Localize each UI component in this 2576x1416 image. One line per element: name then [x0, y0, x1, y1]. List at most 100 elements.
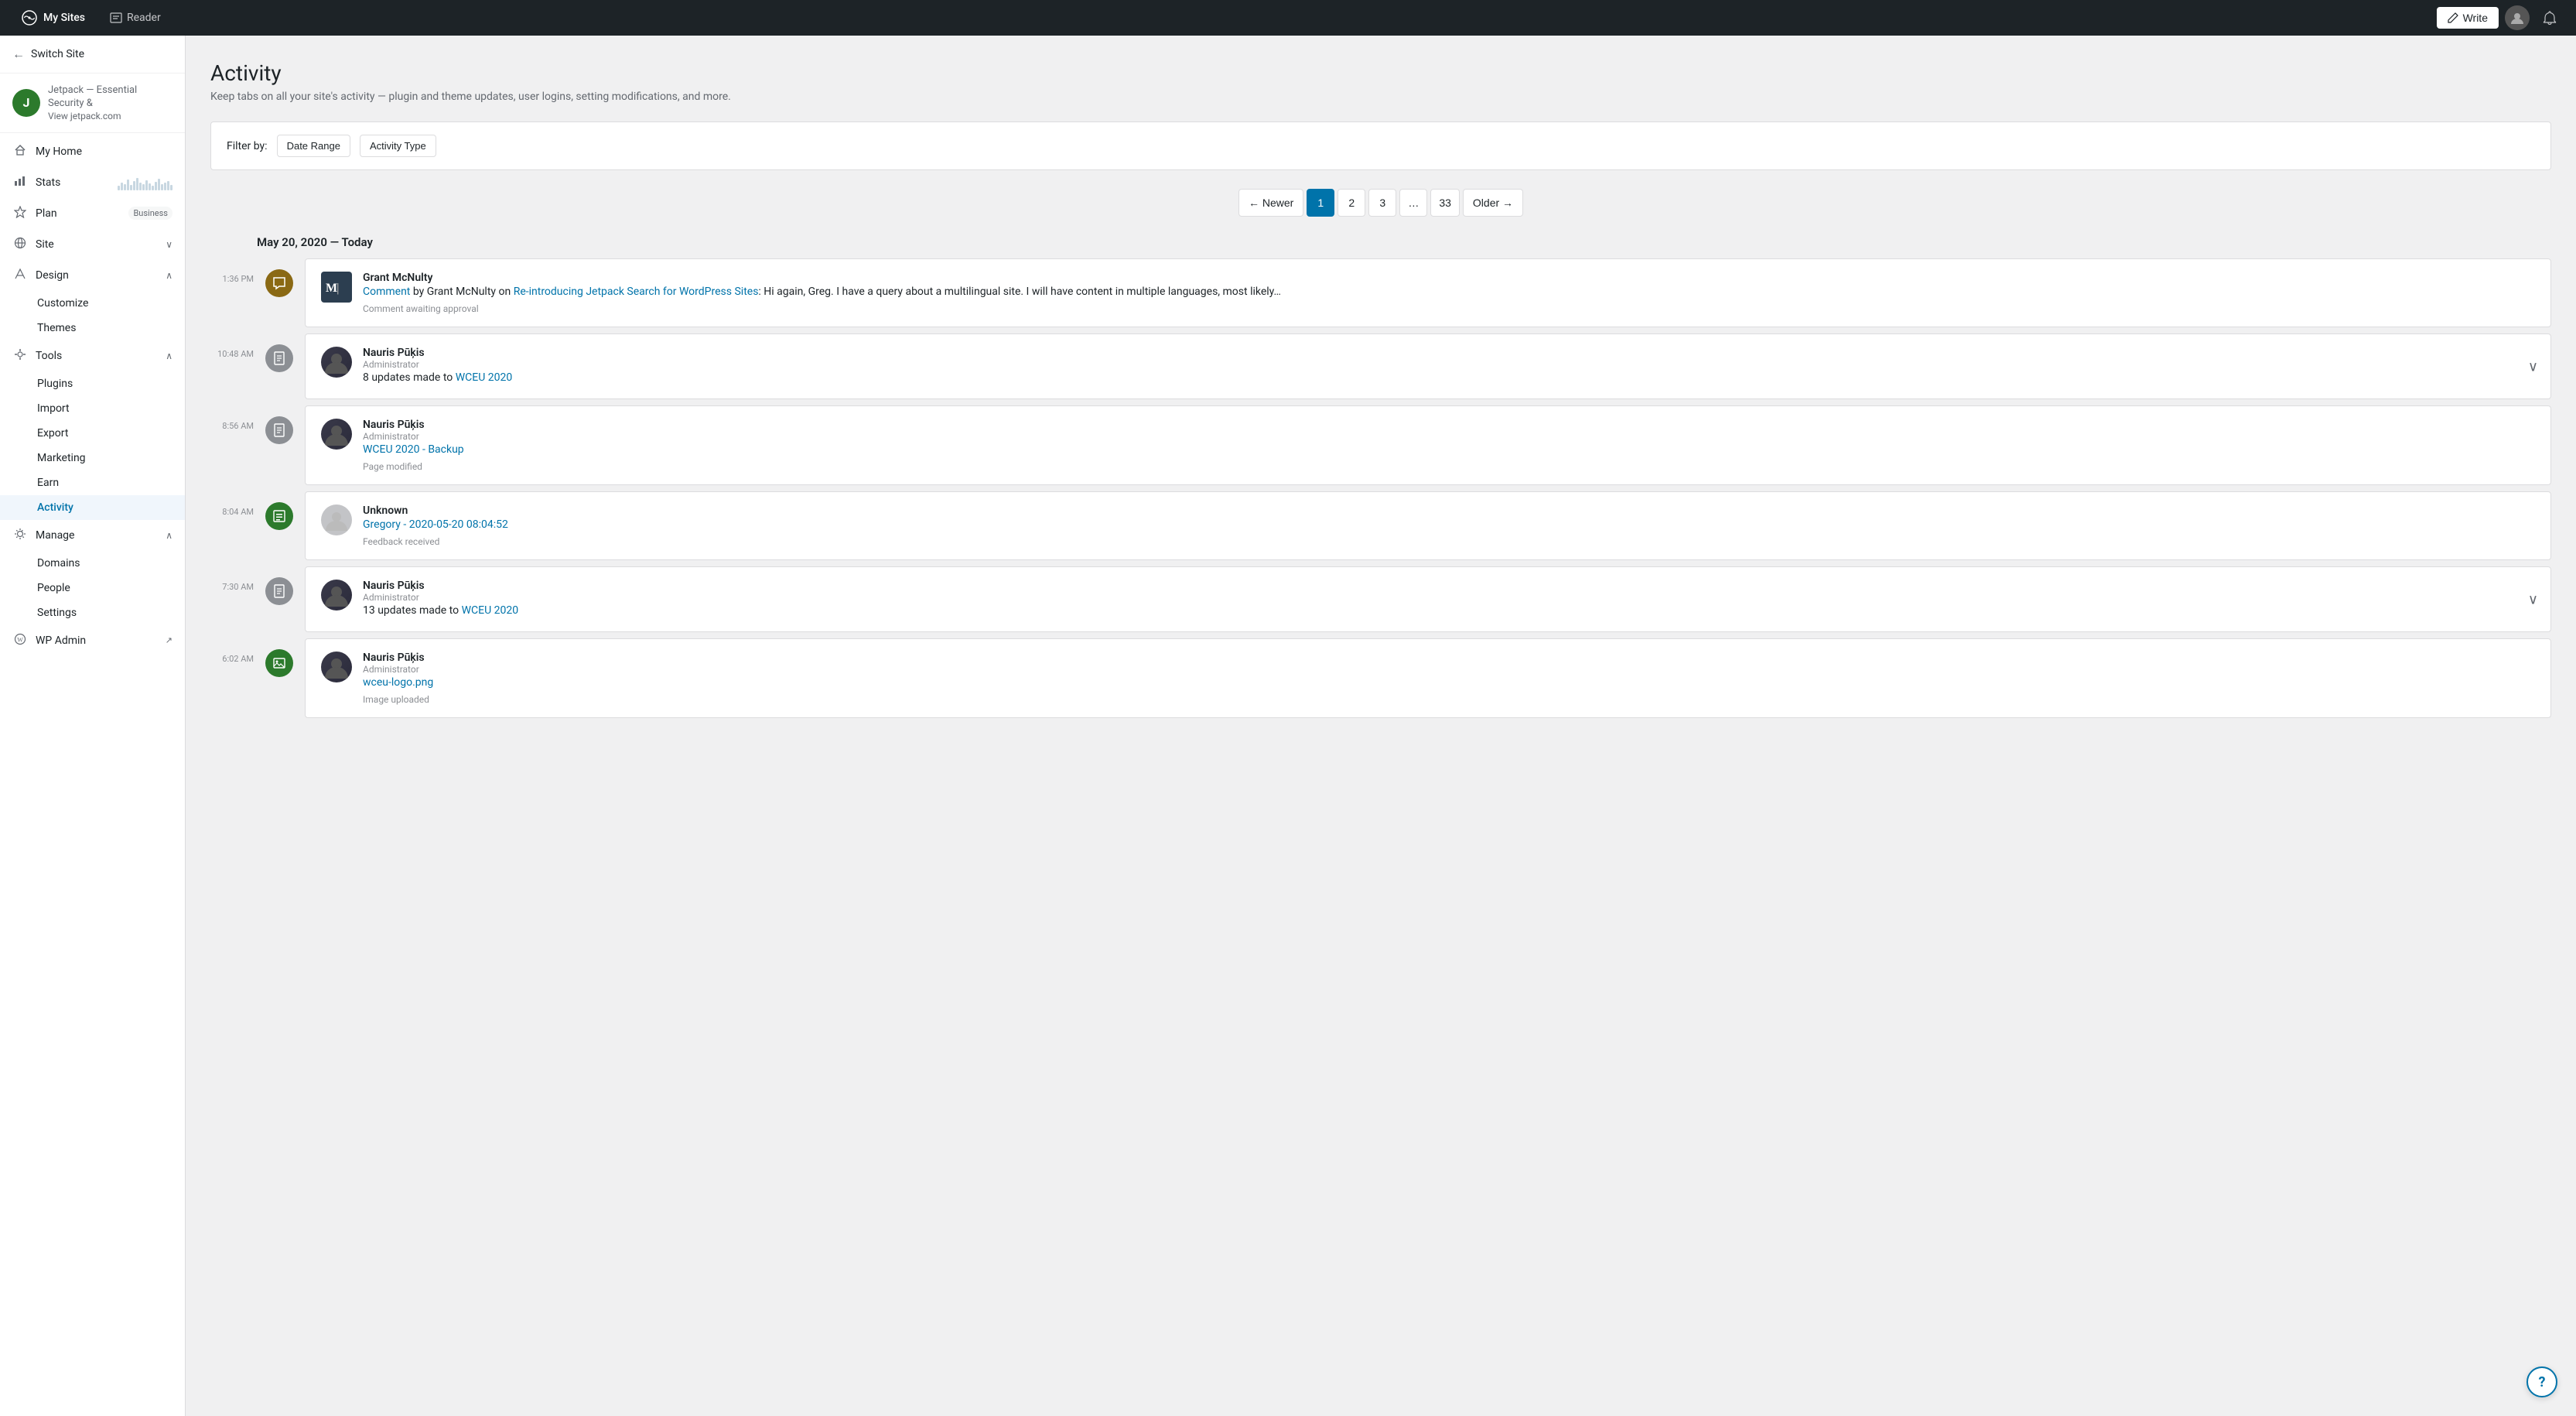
nauris-photo	[321, 580, 352, 611]
activity-meta: Comment awaiting approval	[363, 303, 2535, 314]
sidebar-item-activity[interactable]: Activity	[0, 495, 185, 520]
activity-card: Nauris Pūķis Administrator 13 updates ma…	[305, 566, 2551, 632]
newer-page-button[interactable]: ← Newer	[1238, 189, 1303, 217]
user-avatar	[321, 652, 352, 682]
activity-row: 10:48 AM Nauris Pūķis Administrator	[210, 333, 2551, 405]
action-link[interactable]: Comment	[363, 286, 410, 298]
sidebar-item-tools-label: Tools	[36, 350, 158, 362]
sidebar-item-domains[interactable]: Domains	[0, 551, 185, 576]
sidebar-item-plugins[interactable]: Plugins	[0, 371, 185, 396]
manage-chevron-icon: ∧	[166, 530, 173, 541]
sidebar-item-stats-label: Stats	[36, 176, 110, 189]
reader-nav[interactable]: Reader	[101, 7, 170, 29]
nauris-photo	[321, 347, 352, 378]
page-2-button[interactable]: 2	[1338, 189, 1365, 217]
post-link[interactable]: WCEU 2020	[456, 371, 513, 384]
bell-icon	[2543, 11, 2557, 25]
write-label: Write	[2463, 12, 2488, 24]
date-range-filter-button[interactable]: Date Range	[277, 135, 350, 157]
page-subtitle: Keep tabs on all your site's activity — …	[210, 91, 2551, 103]
post-link[interactable]: Re-introducing Jetpack Search for WordPr…	[514, 286, 759, 298]
sidebar-item-design[interactable]: Design ∧	[0, 260, 185, 291]
sidebar-item-my-home[interactable]: My Home	[0, 136, 185, 167]
sidebar-item-plan-label: Plan	[36, 207, 121, 220]
sidebar-item-wp-admin[interactable]: W WP Admin ↗	[0, 625, 185, 656]
post-link[interactable]: WCEU 2020	[462, 604, 519, 617]
ellipsis-button: …	[1399, 189, 1427, 217]
activity-icon-col	[263, 491, 296, 530]
site-info: J Jetpack — Essential Security & View je…	[0, 74, 185, 133]
plan-icon	[12, 206, 28, 221]
sidebar-item-tools[interactable]: Tools ∧	[0, 340, 185, 371]
page-33-button[interactable]: 33	[1430, 189, 1460, 217]
nauris-photo	[321, 419, 352, 450]
user-avatar-button[interactable]	[2505, 5, 2530, 30]
post-link[interactable]: WCEU 2020 - Backup	[363, 443, 464, 456]
write-button[interactable]: Write	[2437, 7, 2499, 29]
sidebar-item-people[interactable]: People	[0, 576, 185, 600]
sidebar-item-export[interactable]: Export	[0, 421, 185, 446]
form-activity-icon	[265, 502, 293, 530]
activity-icon-col	[263, 333, 296, 372]
sidebar-item-design-label: Design	[36, 269, 158, 282]
notifications-button[interactable]	[2536, 4, 2564, 32]
activity-role: Administrator	[363, 431, 2535, 442]
sidebar-item-settings[interactable]: Settings	[0, 600, 185, 625]
activity-user: Nauris Pūķis	[363, 652, 2535, 664]
sidebar-item-manage[interactable]: Manage ∧	[0, 520, 185, 551]
sidebar-item-stats[interactable]: Stats	[0, 167, 185, 198]
pagination: ← Newer 1 2 3 … 33 Older →	[210, 189, 2551, 217]
stats-mini-chart	[118, 175, 173, 190]
home-icon	[12, 144, 28, 159]
sidebar: ← Switch Site J Jetpack — Essential Secu…	[0, 36, 186, 1416]
activity-row: 8:04 AM Unknown Gregory - 2020-05-20 08:…	[210, 491, 2551, 566]
activity-text: 8 updates made to WCEU 2020	[363, 370, 2535, 386]
activity-content: Grant McNulty Comment by Grant McNulty o…	[363, 272, 2535, 314]
help-button[interactable]: ?	[2526, 1366, 2557, 1397]
sidebar-item-earn[interactable]: Earn	[0, 470, 185, 495]
activity-role: Administrator	[363, 592, 2535, 603]
image-icon	[272, 656, 286, 670]
site-chevron-icon: ∨	[166, 239, 173, 250]
sidebar-item-themes[interactable]: Themes	[0, 316, 185, 340]
feedback-link[interactable]: Gregory - 2020-05-20 08:04:52	[363, 518, 508, 531]
tools-icon	[12, 348, 28, 364]
activity-user: Grant McNulty	[363, 272, 2535, 284]
wordpress-logo-icon	[22, 10, 37, 26]
activity-row: 6:02 AM Nauris Pūķis Administrator	[210, 638, 2551, 724]
page-3-button[interactable]: 3	[1368, 189, 1396, 217]
sidebar-item-marketing[interactable]: Marketing	[0, 446, 185, 470]
site-url[interactable]: View jetpack.com	[48, 111, 173, 121]
sidebar-item-customize[interactable]: Customize	[0, 291, 185, 316]
earn-label: Earn	[37, 477, 59, 489]
top-nav: My Sites Reader Write	[0, 0, 2576, 36]
switch-site-label: Switch Site	[31, 48, 84, 60]
sidebar-item-plan[interactable]: Plan Business	[0, 198, 185, 229]
unknown-avatar-icon	[326, 509, 347, 531]
activity-card: Nauris Pūķis Administrator wceu-logo.png…	[305, 638, 2551, 718]
activity-card: Nauris Pūķis Administrator WCEU 2020 - B…	[305, 405, 2551, 485]
activity-type-filter-button[interactable]: Activity Type	[360, 135, 436, 157]
activity-icon-col	[263, 258, 296, 297]
activity-content: Nauris Pūķis Administrator 13 updates ma…	[363, 580, 2535, 619]
svg-text:M: M	[326, 282, 337, 295]
sidebar-item-import[interactable]: Import	[0, 396, 185, 421]
older-page-button[interactable]: Older →	[1463, 189, 1523, 217]
settings-label: Settings	[37, 607, 77, 619]
activity-content: Nauris Pūķis Administrator wceu-logo.png…	[363, 652, 2535, 705]
switch-site-button[interactable]: ← Switch Site	[0, 36, 185, 74]
activity-content: Unknown Gregory - 2020-05-20 08:04:52 Fe…	[363, 504, 2535, 547]
my-sites-nav[interactable]: My Sites	[12, 5, 94, 30]
sidebar-nav: My Home Stats	[0, 133, 185, 659]
page-1-button[interactable]: 1	[1307, 189, 1334, 217]
sidebar-item-site[interactable]: Site ∨	[0, 229, 185, 260]
svg-text:W: W	[17, 636, 23, 643]
back-arrow-icon: ←	[12, 46, 25, 62]
form-icon	[272, 509, 286, 523]
expand-button[interactable]: ∨	[2528, 358, 2538, 375]
document-icon	[272, 423, 286, 437]
activity-meta: Feedback received	[363, 536, 2535, 547]
manage-icon	[12, 528, 28, 543]
image-link[interactable]: wceu-logo.png	[363, 676, 433, 689]
expand-button[interactable]: ∨	[2528, 591, 2538, 607]
